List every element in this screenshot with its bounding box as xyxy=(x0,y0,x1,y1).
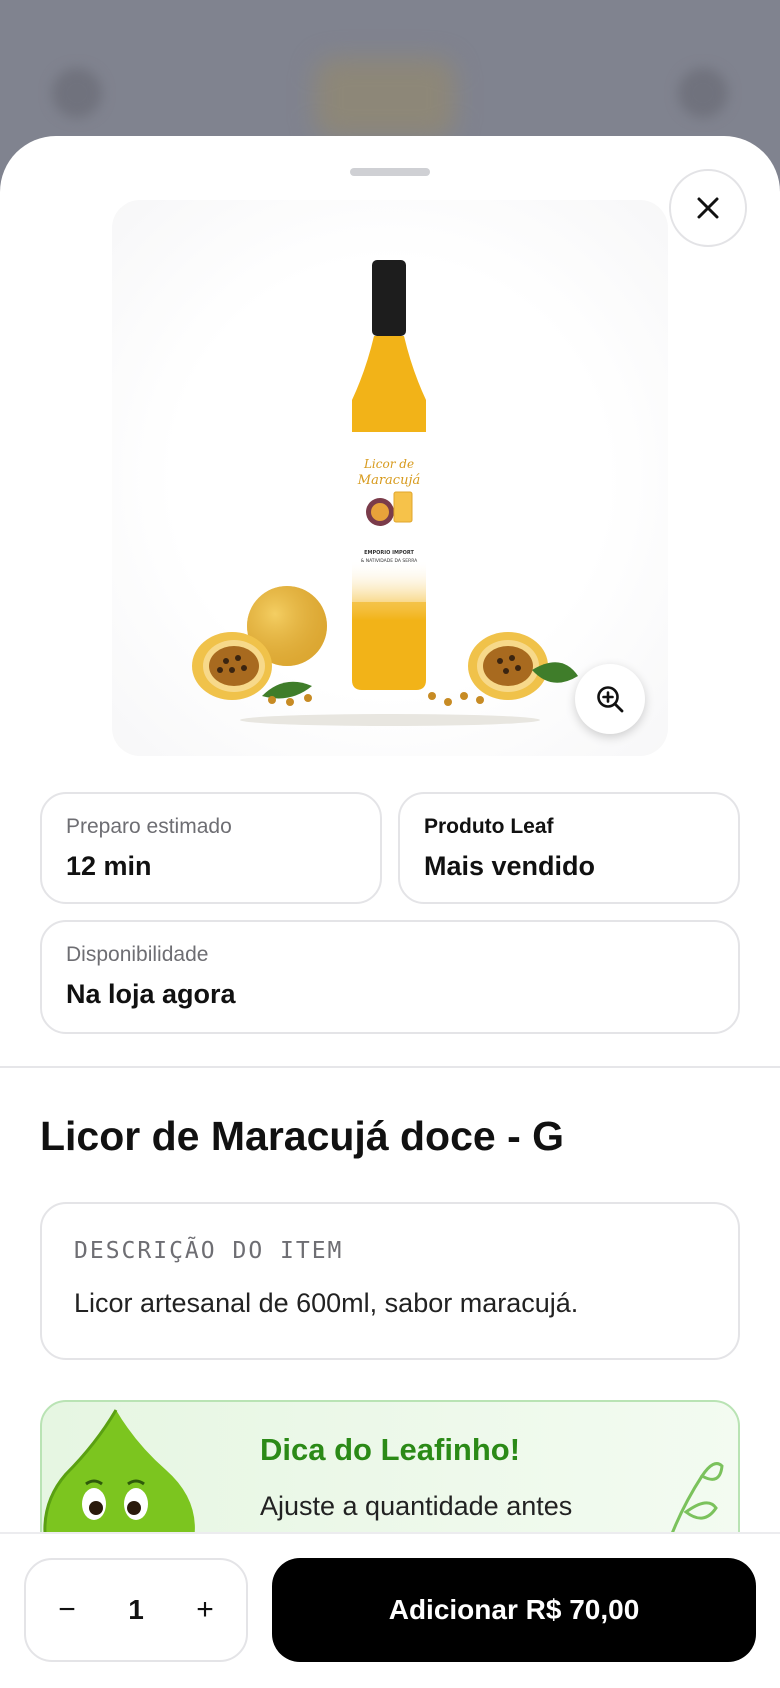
leaf-product-label: Produto Leaf xyxy=(424,815,554,838)
bottle-label-line2: Maracujá xyxy=(357,473,421,488)
quantity-value: 1 xyxy=(128,1594,144,1625)
bottle-brand-line1: EMPORIO IMPORT xyxy=(364,550,414,556)
product-sheet: Licor de Maracujá EMPORIO IMPORT & NATIV… xyxy=(0,136,780,1688)
prep-time-label: Preparo estimado xyxy=(66,815,232,838)
quantity-stepper: − 1 + xyxy=(24,1558,248,1662)
zoom-button[interactable] xyxy=(575,664,645,734)
sheet-grabber[interactable] xyxy=(350,168,430,176)
background-menu-icon xyxy=(678,68,728,118)
section-divider xyxy=(0,1066,780,1068)
bottle-brand-line2: & NATIVIDADE DA SERRA xyxy=(361,558,418,564)
product-image: Licor de Maracujá EMPORIO IMPORT & NATIV… xyxy=(112,200,668,756)
bottle-label-line1: Licor de xyxy=(363,457,414,471)
prep-time-value: 12 min xyxy=(66,851,152,881)
bottom-action-bar: − 1 + Adicionar R$ 70,00 xyxy=(0,1532,780,1688)
prep-time-card: Preparo estimado 12 min xyxy=(40,792,382,904)
leaf-product-value: Mais vendido xyxy=(424,851,596,881)
increment-button[interactable]: + xyxy=(190,1593,220,1627)
availability-label: Disponibilidade xyxy=(66,943,209,966)
availability-value: Na loja agora xyxy=(66,979,236,1009)
decrement-button[interactable]: − xyxy=(52,1593,82,1627)
tip-title: Dica do Leafinho! xyxy=(260,1432,521,1467)
background-logo xyxy=(315,58,455,138)
availability-card: Disponibilidade Na loja agora xyxy=(40,920,740,1034)
zoom-in-icon xyxy=(597,686,624,713)
close-icon xyxy=(697,197,719,219)
leaf-product-card: Produto Leaf Mais vendido xyxy=(398,792,740,904)
description-label: DESCRIÇÃO DO ITEM xyxy=(74,1238,344,1264)
product-title: Licor de Maracujá doce - G xyxy=(40,1113,565,1159)
add-to-cart-button[interactable]: Adicionar R$ 70,00 xyxy=(272,1558,756,1662)
background-back-icon xyxy=(52,68,102,118)
product-photo: Licor de Maracujá EMPORIO IMPORT & NATIV… xyxy=(192,260,578,726)
close-button[interactable] xyxy=(669,169,747,247)
description-text: Licor artesanal de 600ml, sabor maracujá… xyxy=(74,1288,579,1318)
description-card: DESCRIÇÃO DO ITEM Licor artesanal de 600… xyxy=(40,1202,740,1360)
tip-text: Ajuste a quantidade antes xyxy=(260,1491,573,1521)
